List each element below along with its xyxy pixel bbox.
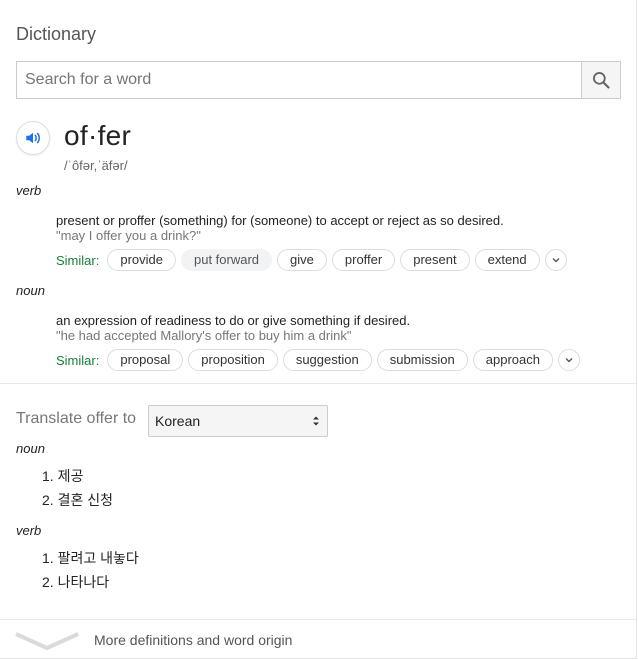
- search-bar: [16, 61, 621, 99]
- similar-chip[interactable]: provide: [107, 249, 176, 271]
- similar-label: Similar:: [56, 252, 100, 268]
- dictionary-card: Dictionary of·fer /ˈôfər,ˈäfər/ verb pre…: [0, 0, 637, 659]
- pronunciation-button[interactable]: [16, 121, 50, 155]
- translation-item: 1. 팔려고 내놓다: [42, 550, 139, 566]
- translate-pos-noun: noun: [16, 441, 45, 456]
- language-select-value: Korean: [155, 413, 201, 429]
- pos-verb: verb: [16, 183, 42, 198]
- translate-label: Translate offer to: [16, 410, 137, 427]
- translation-item: 2. 결혼 신청: [42, 492, 113, 508]
- translation-item: 2. 나타나다: [42, 574, 110, 590]
- similar-chip[interactable]: give: [277, 249, 327, 271]
- search-icon: [593, 72, 610, 89]
- translate-pos-verb: verb: [16, 523, 42, 538]
- expand-similar-button[interactable]: [544, 249, 567, 271]
- example: "he had accepted Mallory's offer to buy …: [56, 328, 352, 343]
- chevron-down-icon: [552, 258, 560, 263]
- similar-row-verb: Similar: provide put forward give proffe…: [56, 248, 567, 272]
- similar-chip[interactable]: put forward: [180, 249, 273, 271]
- divider: [0, 383, 637, 384]
- headword: of·fer: [64, 120, 132, 151]
- similar-row-noun: Similar: proposal proposition suggestion…: [56, 348, 580, 372]
- similar-chip[interactable]: present: [400, 249, 470, 271]
- more-definitions-row[interactable]: More definitions and word origin: [0, 620, 637, 660]
- similar-chip[interactable]: proposal: [107, 349, 184, 371]
- select-arrows-icon: [313, 416, 319, 426]
- similar-chip[interactable]: approach: [472, 349, 553, 371]
- definition: an expression of readiness to do or give…: [56, 313, 411, 328]
- example: "may I offer you a drink?": [56, 228, 201, 243]
- speaker-icon: [26, 132, 40, 144]
- chevron-down-icon: [15, 632, 79, 650]
- language-select[interactable]: Korean: [148, 405, 328, 437]
- phonetic: /ˈôfər,ˈäfər/: [64, 158, 128, 173]
- similar-chip[interactable]: submission: [376, 349, 468, 371]
- search-button[interactable]: [581, 61, 621, 99]
- chevron-down-icon: [565, 358, 573, 363]
- similar-chip[interactable]: proposition: [188, 349, 278, 371]
- similar-chip[interactable]: extend: [474, 249, 540, 271]
- definition: present or proffer (something) for (some…: [56, 213, 504, 228]
- search-input[interactable]: [17, 62, 581, 98]
- card-title: Dictionary: [16, 24, 97, 44]
- expand-similar-button[interactable]: [557, 349, 580, 371]
- similar-chip[interactable]: suggestion: [282, 349, 372, 371]
- similar-chip[interactable]: proffer: [331, 249, 396, 271]
- more-definitions-link[interactable]: More definitions and word origin: [94, 632, 292, 648]
- similar-label: Similar:: [56, 352, 100, 368]
- pos-noun: noun: [16, 283, 45, 298]
- translation-item: 1. 제공: [42, 468, 84, 484]
